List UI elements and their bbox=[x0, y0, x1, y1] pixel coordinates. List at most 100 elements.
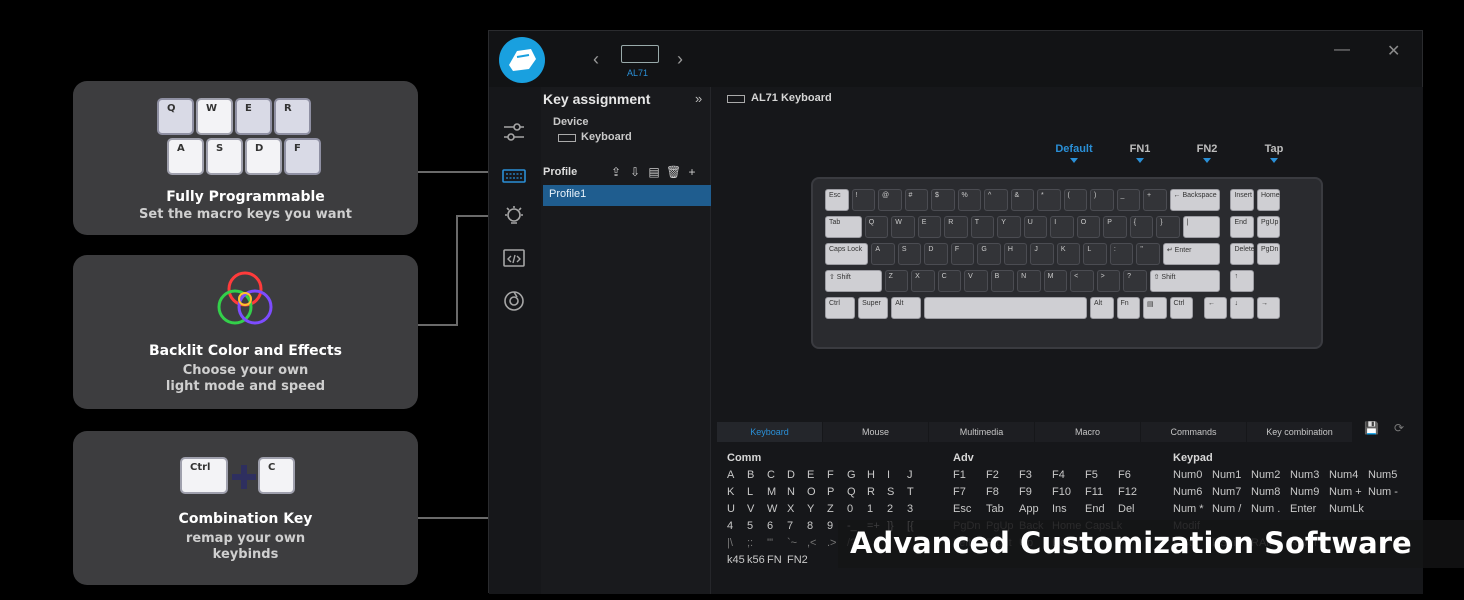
assignable-key[interactable]: Num7 bbox=[1212, 486, 1251, 498]
keyboard-key[interactable]: M bbox=[1043, 270, 1068, 292]
assignable-key[interactable]: FN bbox=[767, 554, 787, 566]
assignable-key[interactable]: Num0 bbox=[1173, 469, 1212, 481]
assignable-key[interactable]: F2 bbox=[986, 469, 1019, 481]
assignable-key[interactable]: F11 bbox=[1085, 486, 1118, 498]
assignable-key[interactable]: A bbox=[727, 469, 747, 481]
keyboard-key[interactable]: N bbox=[1017, 270, 1041, 292]
next-device-button[interactable]: › bbox=[677, 49, 683, 70]
keyboard-key[interactable]: E bbox=[917, 216, 942, 238]
assignable-key[interactable]: 4 bbox=[727, 520, 747, 532]
assignable-key[interactable]: L bbox=[747, 486, 767, 498]
layer-tab-fn2[interactable]: FN2 bbox=[1182, 143, 1232, 163]
keyboard-key[interactable]: B bbox=[990, 270, 1015, 292]
assignable-key[interactable]: W bbox=[767, 503, 787, 515]
keyboard-key[interactable]: Delete bbox=[1230, 243, 1255, 265]
keyboard-key[interactable]: ← bbox=[1203, 297, 1228, 319]
keyboard-key[interactable]: Super bbox=[858, 297, 889, 319]
assignable-key[interactable]: `~ bbox=[787, 537, 807, 549]
tab-key-combination[interactable]: Key combination bbox=[1247, 422, 1352, 442]
assignable-key[interactable]: U bbox=[727, 503, 747, 515]
keyboard-key[interactable]: * bbox=[1037, 189, 1061, 211]
keyboard-key[interactable]: Q bbox=[864, 216, 889, 238]
assignable-key[interactable]: '" bbox=[767, 537, 787, 549]
keyboard-key[interactable]: ⇧ Shift bbox=[1149, 270, 1220, 292]
keyboard-key[interactable]: & bbox=[1010, 189, 1034, 211]
keyboard-key[interactable]: Y bbox=[997, 216, 1021, 238]
keyboard-key[interactable]: K bbox=[1056, 243, 1081, 265]
assignable-key[interactable]: F4 bbox=[1052, 469, 1085, 481]
assignable-key[interactable]: 2 bbox=[887, 503, 907, 515]
assignable-key[interactable]: I bbox=[887, 469, 907, 481]
save-icon[interactable]: 💾 bbox=[1364, 421, 1379, 435]
keyboard-key[interactable]: Esc bbox=[825, 189, 849, 211]
keyboard-key[interactable]: Tab bbox=[825, 216, 862, 238]
assignable-key[interactable]: Num * bbox=[1173, 503, 1212, 515]
assignable-key[interactable]: Num5 bbox=[1368, 469, 1407, 481]
assignable-key[interactable]: F1 bbox=[953, 469, 986, 481]
assignable-key[interactable]: NumLk bbox=[1329, 503, 1368, 515]
keyboard-key[interactable]: | bbox=[1182, 216, 1220, 238]
assignable-key[interactable]: Num4 bbox=[1329, 469, 1368, 481]
keyboard-key[interactable]: F bbox=[950, 243, 975, 265]
assignable-key[interactable]: ,< bbox=[807, 537, 827, 549]
assignable-key[interactable]: App bbox=[1019, 503, 1052, 515]
keyboard-key[interactable]: G bbox=[977, 243, 1001, 265]
keyboard-key[interactable]: # bbox=[904, 189, 928, 211]
keyboard-key[interactable]: Ctrl bbox=[825, 297, 856, 319]
tab-multimedia[interactable]: Multimedia bbox=[929, 422, 1034, 442]
assignable-key[interactable]: F5 bbox=[1085, 469, 1118, 481]
keyboard-key[interactable]: Alt bbox=[1090, 297, 1114, 319]
keyboard-key[interactable]: X bbox=[911, 270, 935, 292]
assignable-key[interactable]: 0 bbox=[847, 503, 867, 515]
keyboard-key[interactable]: ) bbox=[1090, 189, 1114, 211]
assignable-key[interactable]: FN2 bbox=[787, 554, 808, 566]
layer-tab-tap[interactable]: Tap bbox=[1249, 143, 1299, 163]
tab-mouse[interactable]: Mouse bbox=[823, 422, 928, 442]
assignable-key[interactable]: 3 bbox=[907, 503, 927, 515]
assignable-key[interactable]: Del bbox=[1118, 503, 1151, 515]
keyboard-device-icon[interactable] bbox=[621, 45, 659, 63]
assignable-key[interactable]: F9 bbox=[1019, 486, 1052, 498]
assignable-key[interactable]: X bbox=[787, 503, 807, 515]
assignable-key[interactable]: Num8 bbox=[1251, 486, 1290, 498]
assignable-key[interactable]: N bbox=[787, 486, 807, 498]
keyboard-key[interactable]: < bbox=[1070, 270, 1094, 292]
keyboard-key[interactable]: Fn bbox=[1116, 297, 1140, 319]
keyboard-key[interactable]: End bbox=[1230, 216, 1254, 238]
keyboard-key[interactable]: Ctrl bbox=[1169, 297, 1193, 319]
assignable-key[interactable]: Num6 bbox=[1173, 486, 1212, 498]
lightbulb-icon[interactable] bbox=[502, 204, 526, 228]
assignable-key[interactable]: Y bbox=[807, 503, 827, 515]
collapse-panel-button[interactable]: » bbox=[695, 91, 702, 106]
assignable-key[interactable]: Ins bbox=[1052, 503, 1085, 515]
assignable-key[interactable]: Enter bbox=[1290, 503, 1329, 515]
keyboard-key[interactable]: } bbox=[1156, 216, 1180, 238]
keyboard-key[interactable]: W bbox=[891, 216, 915, 238]
assignable-key[interactable]: F6 bbox=[1118, 469, 1151, 481]
keyboard-key[interactable]: { bbox=[1129, 216, 1154, 238]
tab-macro[interactable]: Macro bbox=[1035, 422, 1140, 442]
device-name[interactable]: Keyboard bbox=[581, 131, 632, 143]
assignable-key[interactable]: Num - bbox=[1368, 486, 1407, 498]
keyboard-key[interactable]: ↑ bbox=[1230, 270, 1254, 292]
keyboard-key[interactable]: Caps Lock bbox=[825, 243, 869, 265]
layer-tab-fn1[interactable]: FN1 bbox=[1115, 143, 1165, 163]
keyboard-key[interactable]: @ bbox=[878, 189, 902, 211]
assignable-key[interactable]: F10 bbox=[1052, 486, 1085, 498]
assignable-key[interactable]: F7 bbox=[953, 486, 986, 498]
assignable-key[interactable]: Tab bbox=[986, 503, 1019, 515]
assignable-key[interactable]: 1 bbox=[867, 503, 887, 515]
assignable-key[interactable]: k45 bbox=[727, 554, 747, 566]
close-button[interactable]: ✕ bbox=[1387, 41, 1400, 61]
assignable-key[interactable]: M bbox=[767, 486, 787, 498]
keyboard-key[interactable]: J bbox=[1030, 243, 1054, 265]
assignable-key[interactable]: E bbox=[807, 469, 827, 481]
assignable-key[interactable]: H bbox=[867, 469, 887, 481]
keyboard-key[interactable]: ▤ bbox=[1143, 297, 1167, 319]
assignable-key[interactable]: Num + bbox=[1329, 486, 1368, 498]
assignable-key[interactable]: 6 bbox=[767, 520, 787, 532]
add-profile-icon[interactable]: + bbox=[685, 165, 699, 179]
assignable-key[interactable]: 8 bbox=[807, 520, 827, 532]
refresh-icon[interactable]: ⟳ bbox=[1394, 421, 1404, 435]
keyboard-key[interactable]: D bbox=[924, 243, 948, 265]
